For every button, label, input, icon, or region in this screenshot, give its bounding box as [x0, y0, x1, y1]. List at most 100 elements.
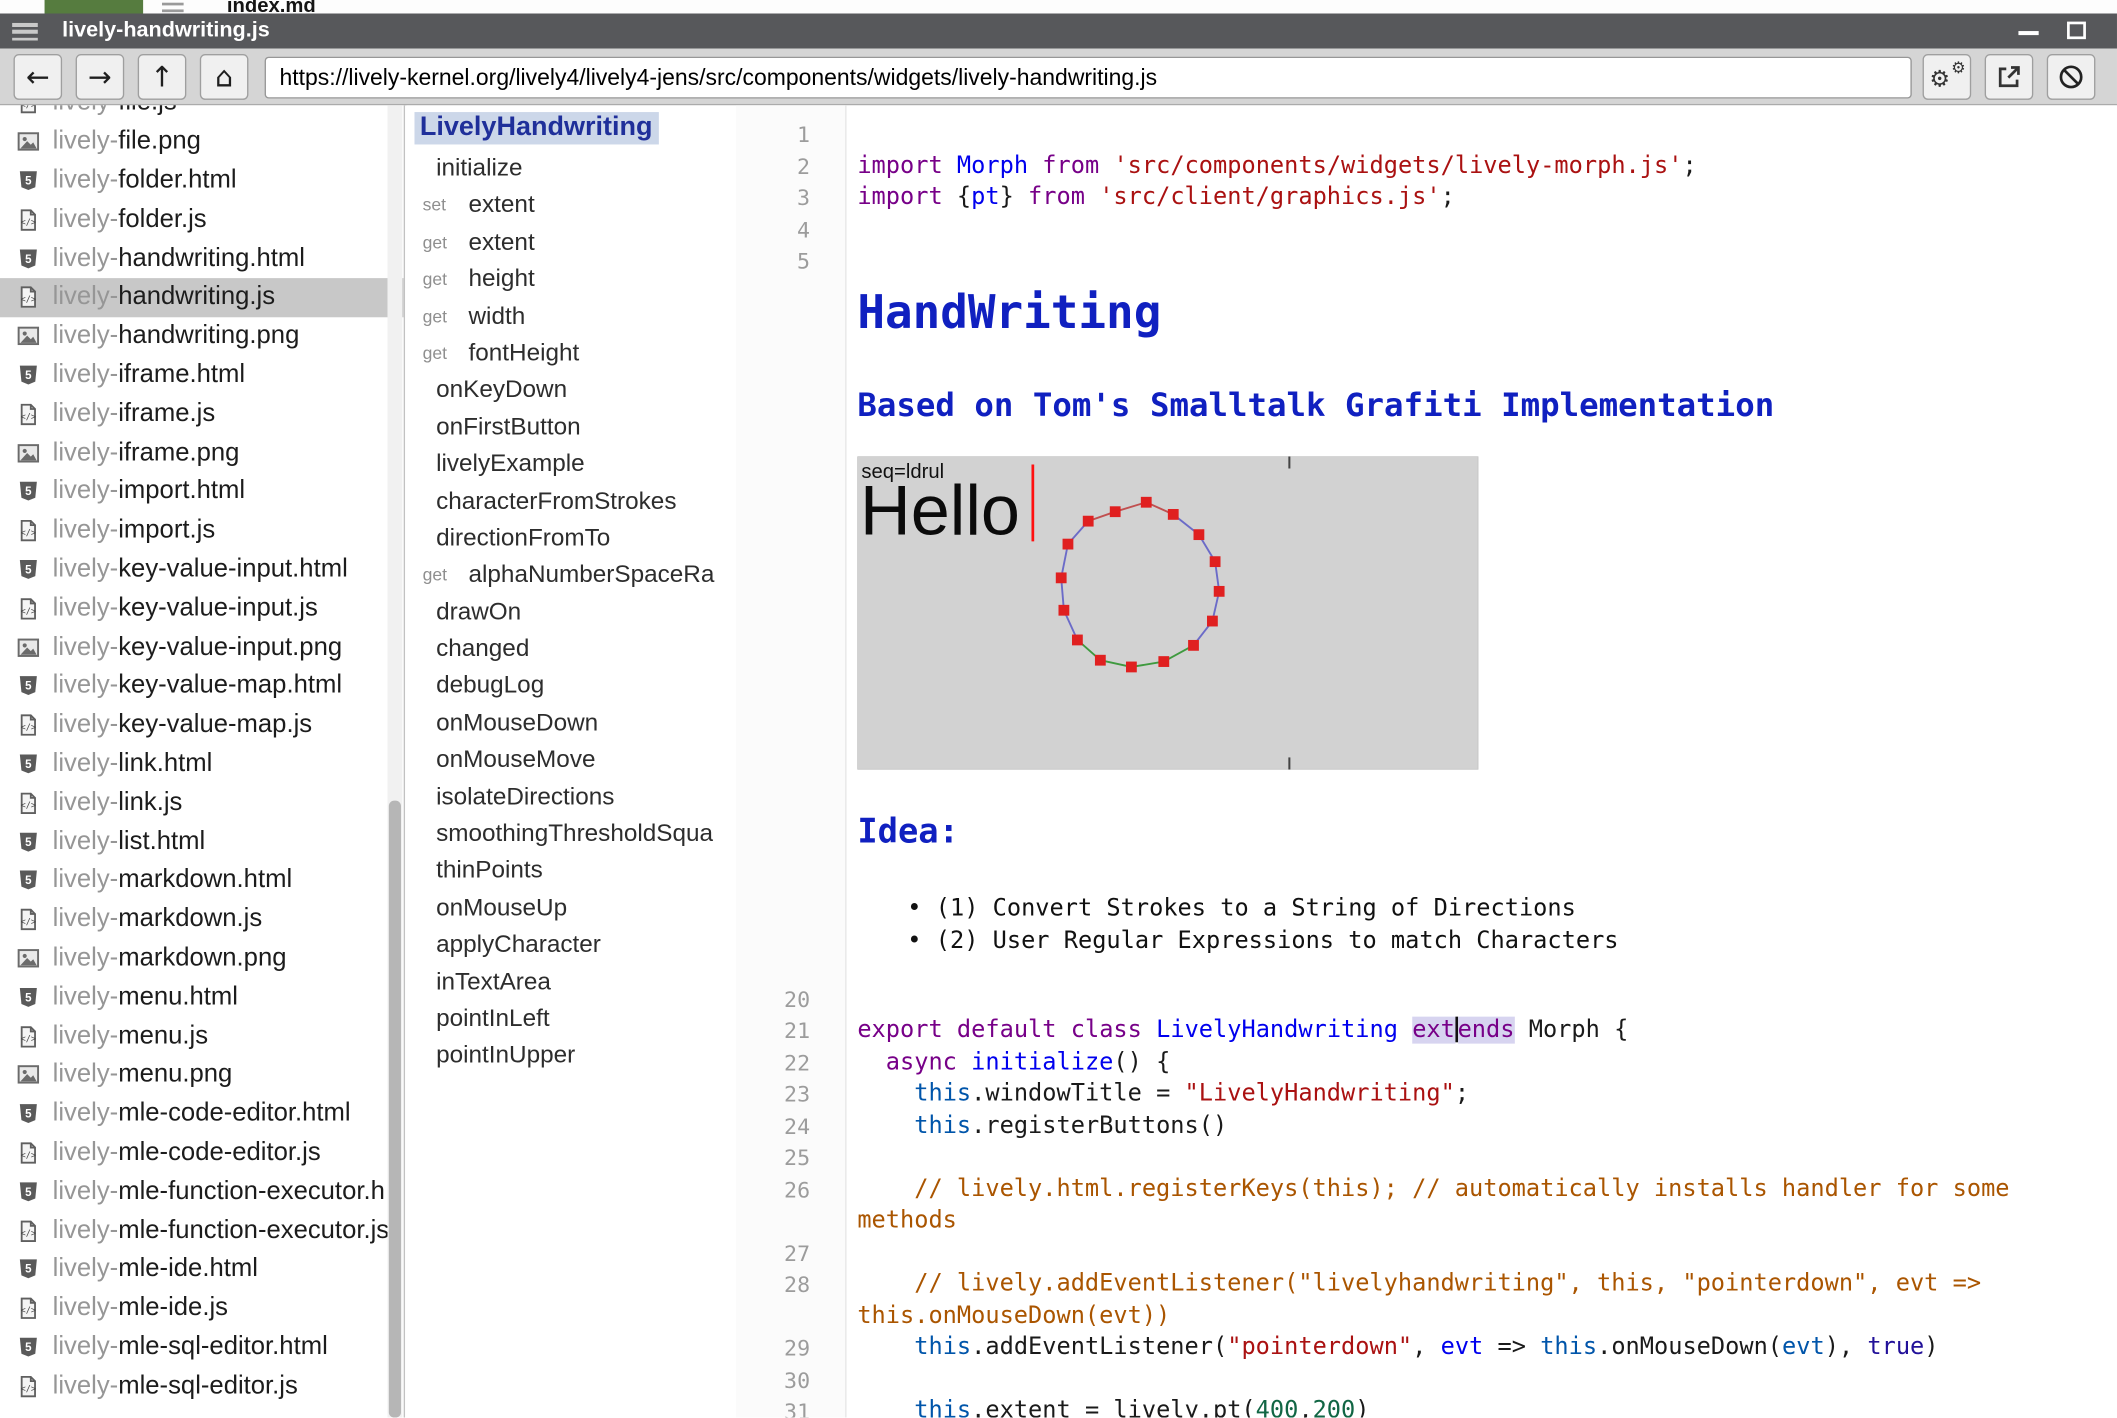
file-item[interactable]: lively-iframe.png [0, 434, 404, 473]
code-editor[interactable]: 12345202122232425262728293031 import Mor… [736, 105, 2117, 1417]
file-item[interactable]: 5lively-list.html [0, 822, 404, 861]
file-item[interactable]: 5lively-mle-ide.html [0, 1250, 404, 1289]
outline-item[interactable]: isolateDirections [406, 779, 735, 816]
outline-item-label: changed [436, 635, 529, 662]
markdown-h1: HandWriting [857, 286, 1161, 340]
outline-item[interactable]: initialize [406, 150, 735, 187]
outline-item[interactable]: thinPoints [406, 852, 735, 889]
svg-text:</>: </> [21, 723, 36, 733]
file-item[interactable]: </>lively-iframe.js [0, 395, 404, 434]
home-button[interactable]: ⌂ [200, 54, 249, 100]
file-name-prefix: lively- [53, 1371, 119, 1401]
outline-item[interactable]: onMouseDown [406, 705, 735, 742]
outline-item[interactable]: getheight [406, 261, 735, 298]
outline-item[interactable]: inTextArea [406, 963, 735, 1000]
svg-text:5: 5 [25, 370, 32, 382]
file-item[interactable]: lively-key-value-input.png [0, 628, 404, 667]
file-name-prefix: lively- [53, 127, 119, 157]
back-button[interactable]: ← [14, 54, 63, 100]
window-menu-icon[interactable] [12, 23, 38, 44]
outline-item[interactable]: characterFromStrokes [406, 483, 735, 520]
file-item[interactable]: 5lively-iframe.html [0, 356, 404, 395]
markdown-h2: Idea: [857, 811, 959, 850]
code-line: export default class LivelyHandwriting e… [857, 1015, 1628, 1047]
outline-item[interactable]: changed [406, 631, 735, 668]
file-item[interactable]: </>lively-menu.js [0, 1017, 404, 1056]
line-number: 1 [736, 119, 810, 151]
code-line: this.onMouseDown(evt)) [857, 1301, 1170, 1333]
file-item[interactable]: </>lively-markdown.js [0, 900, 404, 939]
outline-item-label: drawOn [436, 598, 521, 625]
outline-item[interactable]: pointInUpper [406, 1037, 735, 1074]
file-item[interactable]: lively-handwriting.png [0, 317, 404, 356]
open-external-button[interactable] [1985, 54, 2034, 100]
outline-item[interactable]: onMouseUp [406, 889, 735, 926]
file-item[interactable]: </>lively-folder.js [0, 200, 404, 239]
file-item[interactable]: </>lively-handwriting.js [0, 278, 404, 317]
url-input[interactable] [265, 57, 1912, 99]
js-file-icon: </> [16, 285, 40, 309]
file-item[interactable]: lively-file.png [0, 123, 404, 162]
settings-button[interactable]: ⚙ ⚙ [1923, 54, 1972, 100]
file-item[interactable]: 5lively-link.html [0, 745, 404, 784]
outline-item[interactable]: directionFromTo [406, 520, 735, 557]
file-item[interactable]: </>lively-key-value-input.js [0, 589, 404, 628]
file-item[interactable]: 5lively-menu.html [0, 978, 404, 1017]
file-name-prefix: lively- [53, 827, 119, 857]
outline-item[interactable]: getfontHeight [406, 335, 735, 372]
file-name: iframe.html [118, 360, 245, 390]
outline-item[interactable]: smoothingThresholdSqua [406, 816, 735, 853]
outline-class-name[interactable]: LivelyHandwriting [414, 112, 659, 144]
file-item[interactable]: 5lively-key-value-map.html [0, 667, 404, 706]
file-item[interactable]: 5lively-handwriting.html [0, 239, 404, 278]
outline-item[interactable]: getextent [406, 224, 735, 261]
file-item[interactable]: 5lively-import.html [0, 472, 404, 511]
file-item[interactable]: 5lively-mle-function-executor.h [0, 1172, 404, 1211]
forward-button[interactable]: → [76, 54, 125, 100]
scrollbar-thumb[interactable] [389, 801, 401, 1418]
file-item[interactable]: </>lively-link.js [0, 784, 404, 823]
outline-item[interactable]: getwidth [406, 298, 735, 335]
handwriting-canvas[interactable]: seq=ldrul Hello [857, 456, 1478, 769]
minimize-button[interactable] [2012, 14, 2047, 49]
file-item[interactable]: </>lively-key-value-map.js [0, 706, 404, 745]
accessor-modifier: get [423, 298, 447, 335]
outline-item[interactable]: setextent [406, 187, 735, 224]
code-line: import {pt} from 'src/client/graphics.js… [857, 182, 1455, 214]
outline-item-label: fontHeight [468, 339, 579, 366]
file-item[interactable]: </>lively-mle-ide.js [0, 1289, 404, 1328]
outline-item[interactable]: getalphaNumberSpaceRa [406, 557, 735, 594]
file-item[interactable]: 5lively-key-value-input.html [0, 550, 404, 589]
file-item[interactable]: lively-markdown.png [0, 939, 404, 978]
outline-item[interactable]: applyCharacter [406, 926, 735, 963]
file-item[interactable]: 5lively-mle-code-editor.html [0, 1095, 404, 1134]
maximize-button[interactable] [2060, 14, 2095, 49]
outline-item-label: pointInLeft [436, 1004, 550, 1031]
file-item[interactable]: </>lively-file.js [0, 105, 404, 122]
sidebar-scrollbar[interactable] [387, 105, 402, 1417]
html-file-icon: 5 [16, 674, 40, 698]
outline-item[interactable]: drawOn [406, 594, 735, 631]
outline-item[interactable]: pointInLeft [406, 1000, 735, 1037]
file-item[interactable]: </>lively-import.js [0, 511, 404, 550]
file-item[interactable]: </>lively-mle-sql-editor.js [0, 1367, 404, 1406]
up-button[interactable]: ↑ [138, 54, 187, 100]
file-item[interactable]: </>lively-mle-function-executor.js [0, 1211, 404, 1250]
accessor-modifier: get [423, 261, 447, 298]
outline-item[interactable]: onMouseMove [406, 742, 735, 779]
outline-item[interactable]: onFirstButton [406, 409, 735, 446]
outline-item[interactable]: onKeyDown [406, 372, 735, 409]
file-name-prefix: lively- [53, 1216, 119, 1246]
accessor-modifier: get [423, 224, 447, 261]
outline-item[interactable]: debugLog [406, 668, 735, 705]
js-file-icon: </> [16, 713, 40, 737]
file-item[interactable]: </>lively-mle-code-editor.js [0, 1133, 404, 1172]
file-item[interactable]: 5lively-mle-sql-editor.html [0, 1328, 404, 1367]
file-item[interactable]: lively-menu.png [0, 1056, 404, 1095]
file-item[interactable]: 5lively-folder.html [0, 161, 404, 200]
code-line: this.windowTitle = "LivelyHandwriting"; [857, 1079, 1469, 1111]
outline-item[interactable]: livelyExample [406, 446, 735, 483]
line-number: 3 [736, 182, 810, 214]
block-button[interactable] [2047, 54, 2096, 100]
file-item[interactable]: 5lively-markdown.html [0, 861, 404, 900]
